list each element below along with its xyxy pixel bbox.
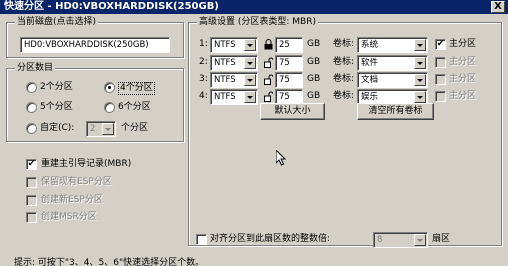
radio-4-partitions[interactable]	[104, 82, 115, 93]
rebuild-mbr-label[interactable]: 重建主引导记录(MBR)	[41, 159, 131, 170]
lock-open-icon[interactable]	[264, 57, 274, 68]
chevron-down-icon	[244, 91, 256, 103]
size-input-2[interactable]: 75	[275, 55, 303, 71]
status-hint: 提示: 可按下"3、4、5、6"快速选择分区个数。	[14, 258, 205, 266]
chevron-down-icon	[414, 91, 426, 103]
clear-labels-button[interactable]: 清空所有卷标	[357, 103, 434, 120]
size-unit-4: GB	[307, 91, 321, 101]
align-label[interactable]: 对齐分区到此扇区数的整数倍:	[210, 234, 330, 245]
close-button[interactable]: X	[491, 1, 505, 13]
radio-5-partitions[interactable]	[26, 102, 37, 113]
advanced-settings-legend: 高级设置 (分区表类型: MBR)	[197, 17, 318, 28]
chevron-down-icon	[414, 57, 426, 69]
primary-label-2[interactable]: 主分区	[449, 57, 476, 68]
radio-2-partitions[interactable]	[26, 82, 37, 93]
chevron-down-icon	[414, 234, 426, 246]
align-unit-label: 扇区	[432, 234, 451, 244]
align-checkbox[interactable]	[196, 234, 207, 245]
radio-6-partitions-label[interactable]: 6个分区	[118, 102, 151, 113]
title-bar: 快速分区 - HD0:VBOXHARDDISK(250GB) X	[0, 0, 508, 14]
radio-5-partitions-label[interactable]: 5个分区	[40, 102, 73, 113]
keep-esp-checkbox[interactable]	[26, 177, 37, 188]
default-size-button[interactable]: 默认大小	[260, 103, 325, 120]
volume-label-value: 文档	[361, 75, 379, 85]
partition-number-1: 1:	[199, 39, 208, 49]
fs-value: NTFS	[214, 92, 236, 102]
primary-checkbox-3[interactable]	[435, 74, 446, 85]
align-sectors-select[interactable]: 8	[373, 232, 428, 248]
radio-custom[interactable]	[26, 123, 37, 134]
size-unit-2: GB	[307, 57, 321, 67]
quick-partition-window: 快速分区 - HD0:VBOXHARDDISK(250GB) X 当前磁盘(点击…	[0, 0, 508, 266]
partition-number-4: 4:	[199, 91, 208, 101]
primary-checkbox-2[interactable]	[435, 57, 446, 68]
volume-label-value: 娱乐	[361, 92, 379, 102]
volume-label-value: 系统	[361, 40, 379, 50]
volume-label-select-2[interactable]: 软件	[357, 55, 428, 71]
create-esp-label[interactable]: 创建新ESP分区	[41, 195, 103, 206]
primary-label-4[interactable]: 主分区	[449, 91, 476, 102]
create-msr-label[interactable]: 创建MSR分区	[41, 212, 97, 223]
chevron-down-icon	[414, 39, 426, 51]
rebuild-mbr-checkbox[interactable]: ✔	[26, 159, 37, 170]
create-esp-checkbox[interactable]	[26, 195, 37, 206]
current-disk-field[interactable]: HD0:VBOXHARDDISK(250GB)	[20, 37, 170, 53]
primary-label-1[interactable]: 主分区	[449, 39, 476, 50]
align-sectors-value: 8	[377, 235, 383, 245]
partition-number-3: 3:	[199, 74, 208, 84]
lock-closed-icon[interactable]	[264, 39, 273, 50]
checkmark-icon: ✔	[436, 39, 445, 49]
create-msr-checkbox[interactable]	[26, 212, 37, 223]
partition-number-2: 2:	[199, 57, 208, 67]
size-input-3[interactable]: 75	[275, 72, 303, 88]
primary-checkbox-1[interactable]: ✔	[435, 39, 446, 50]
mouse-cursor-icon	[276, 150, 287, 166]
radio-6-partitions[interactable]	[104, 102, 115, 113]
radio-2-partitions-label[interactable]: 2个分区	[40, 82, 73, 93]
current-disk-legend: 当前磁盘(点击选择)	[15, 17, 99, 28]
primary-checkbox-4[interactable]	[435, 91, 446, 102]
radio-custom-label[interactable]: 自定(C):	[40, 123, 74, 134]
chevron-down-icon	[244, 39, 256, 51]
custom-count-suffix: 个分区	[121, 123, 149, 133]
window-title: 快速分区 - HD0:VBOXHARDDISK(250GB)	[4, 1, 219, 12]
volume-label-select-1[interactable]: 系统	[357, 37, 428, 53]
fs-select-4[interactable]: NTFS	[210, 89, 258, 105]
label-caption-1: 卷标:	[333, 39, 355, 49]
radio-4-partitions-label[interactable]: 4个分区	[118, 82, 155, 95]
chevron-down-icon	[244, 74, 256, 86]
volume-label-value: 软件	[361, 58, 379, 68]
lock-open-icon[interactable]	[264, 74, 274, 85]
label-caption-4: 卷标:	[333, 91, 355, 101]
fs-value: NTFS	[214, 40, 236, 50]
size-unit-3: GB	[307, 74, 321, 84]
volume-label-select-3[interactable]: 文档	[357, 72, 428, 88]
label-caption-3: 卷标:	[333, 74, 355, 84]
size-unit-1: GB	[307, 39, 321, 49]
checkmark-icon: ✔	[27, 159, 36, 169]
fs-select-2[interactable]: NTFS	[210, 55, 258, 71]
primary-label-3[interactable]: 主分区	[449, 74, 476, 85]
chevron-down-icon	[244, 57, 256, 69]
chevron-down-icon	[414, 74, 426, 86]
label-caption-2: 卷标:	[333, 57, 355, 67]
fs-select-3[interactable]: NTFS	[210, 72, 258, 88]
custom-count-value: 2	[90, 124, 96, 134]
fs-value: NTFS	[214, 58, 236, 68]
keep-esp-label[interactable]: 保留现有ESP分区	[41, 177, 112, 188]
fs-select-1[interactable]: NTFS	[210, 37, 258, 53]
partition-count-legend: 分区数目	[15, 63, 56, 74]
custom-count-select[interactable]: 2	[86, 121, 116, 137]
fs-value: NTFS	[214, 75, 236, 85]
chevron-down-icon	[102, 123, 114, 135]
size-input-1[interactable]: 25	[275, 37, 303, 53]
lock-open-icon[interactable]	[264, 91, 274, 102]
